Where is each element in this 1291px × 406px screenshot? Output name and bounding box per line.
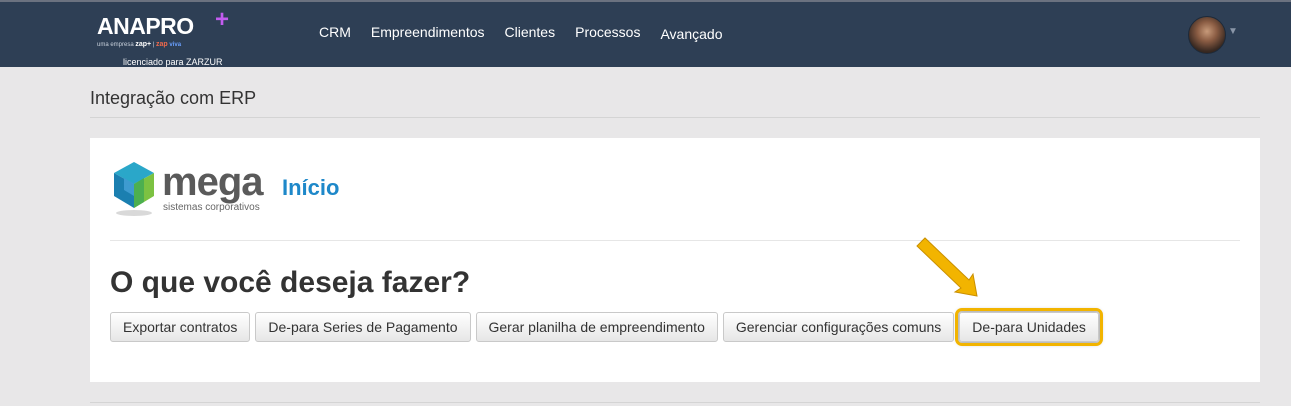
main-nav: CRM Empreendimentos Clientes Processos A… bbox=[319, 24, 742, 42]
tagline-prefix: uma empresa bbox=[97, 42, 134, 48]
title-divider bbox=[90, 117, 1260, 118]
nav-item-clientes[interactable]: Clientes bbox=[505, 24, 556, 42]
mega-logo: mega sistemas corporativos bbox=[110, 158, 270, 218]
tagline-viva: viva bbox=[169, 42, 182, 48]
arrow-pointer-icon bbox=[916, 237, 978, 297]
content-card: mega sistemas corporativos Início O que … bbox=[90, 138, 1260, 382]
mega-wordmark: mega bbox=[162, 160, 263, 204]
bottom-divider bbox=[90, 402, 1260, 403]
top-navbar: ANAPRO + uma empresa zap+ | zap viva lic… bbox=[0, 0, 1291, 67]
section-heading: Início bbox=[282, 175, 340, 200]
chevron-down-icon[interactable]: ▼ bbox=[1228, 26, 1238, 37]
nav-item-avancado[interactable]: Avançado bbox=[660, 26, 722, 42]
question-heading: O que você deseja fazer? bbox=[110, 266, 471, 299]
de-para-unidades-button[interactable]: De-para Unidades bbox=[955, 308, 1103, 346]
gerar-planilha-empreendimento-button[interactable]: Gerar planilha de empreendimento bbox=[475, 312, 718, 342]
tagline-zap-plus: zap+ bbox=[135, 41, 152, 48]
nav-item-empreendimentos[interactable]: Empreendimentos bbox=[371, 24, 485, 42]
logo-tagline: uma empresa zap+ | zap viva bbox=[97, 41, 237, 49]
nav-item-processos[interactable]: Processos bbox=[575, 24, 640, 42]
logo-text: ANAPRO bbox=[97, 13, 194, 39]
licensed-label: licenciado para ZARZUR bbox=[123, 57, 223, 67]
tagline-zap: zap bbox=[156, 41, 168, 48]
anapro-logo[interactable]: ANAPRO + uma empresa zap+ | zap viva bbox=[97, 8, 229, 49]
nav-item-crm[interactable]: CRM bbox=[319, 24, 351, 42]
de-para-series-pagamento-button[interactable]: De-para Series de Pagamento bbox=[255, 312, 471, 342]
exportar-contratos-button[interactable]: Exportar contratos bbox=[110, 312, 251, 342]
mega-tagline: sistemas corporativos bbox=[163, 202, 260, 213]
logo-plus-icon: + bbox=[215, 6, 230, 33]
user-avatar[interactable] bbox=[1188, 16, 1226, 54]
action-buttons: Exportar contratos De-para Series de Pag… bbox=[110, 308, 1104, 346]
mega-cube-icon bbox=[114, 162, 154, 216]
page-title: Integração com ERP bbox=[90, 88, 257, 108]
card-divider bbox=[110, 240, 1240, 241]
gerenciar-configuracoes-comuns-button[interactable]: Gerenciar configurações comuns bbox=[722, 312, 955, 342]
